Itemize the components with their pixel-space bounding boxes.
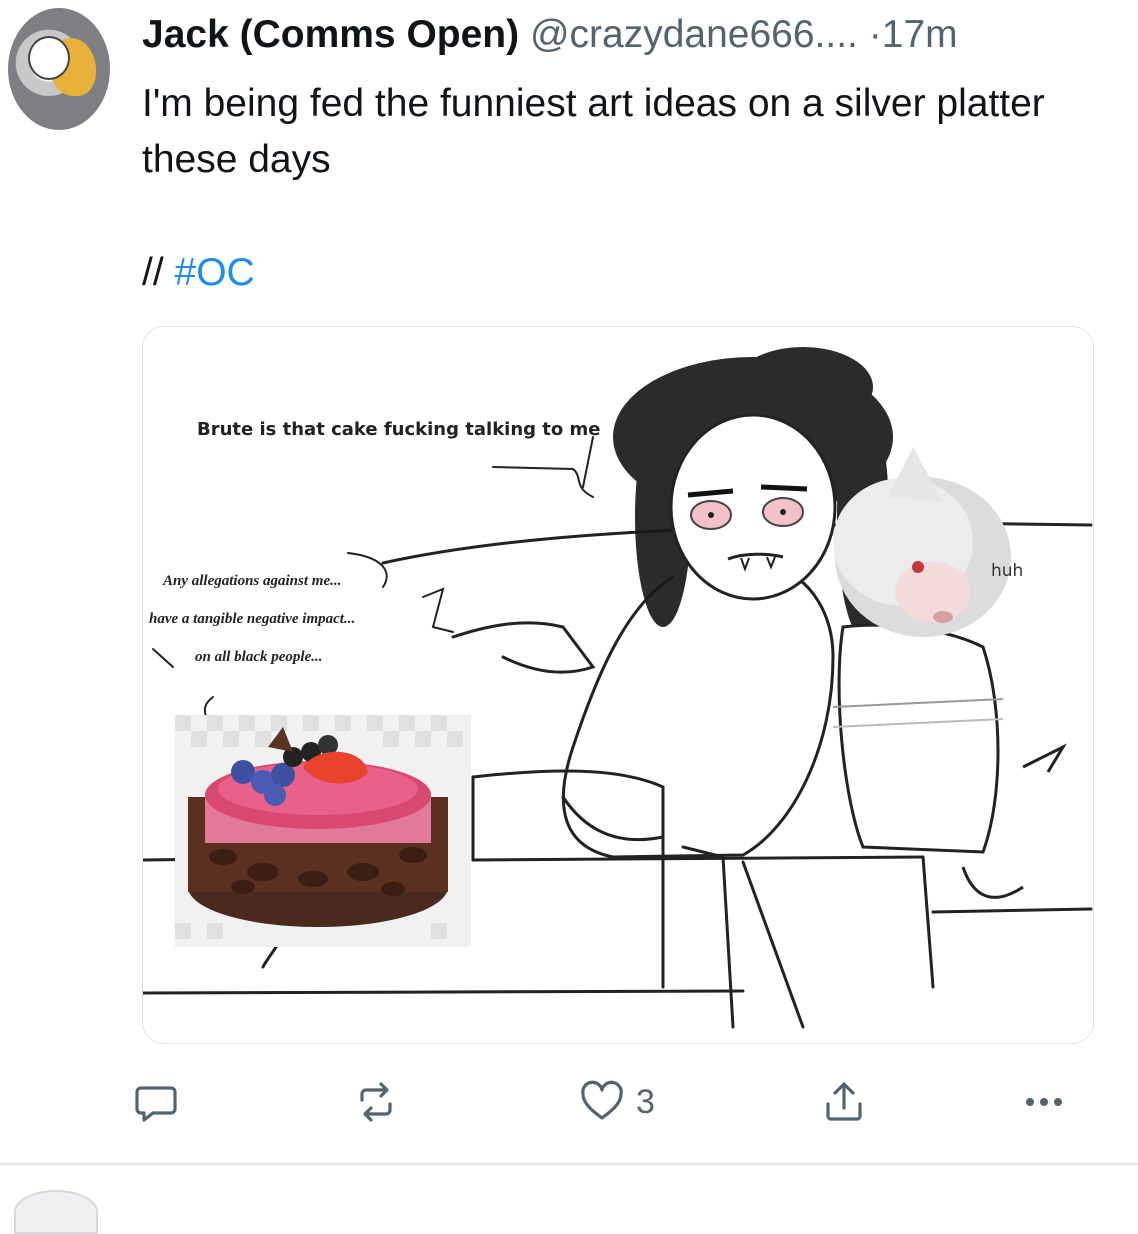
repost-button[interactable] <box>352 1060 400 1144</box>
reply-icon <box>135 1086 177 1122</box>
speech-cake-line-1: Any allegations against me... <box>163 573 342 589</box>
share-icon <box>826 1082 862 1121</box>
post-tags: // #OC <box>142 250 255 296</box>
post-header: Jack (Comms Open) @crazydane666.... ·17m <box>142 12 1122 58</box>
post-actions: 3 <box>0 1060 1138 1144</box>
hashtag-link[interactable]: #OC <box>175 251 255 294</box>
speech-dog: huh <box>991 561 1024 581</box>
speech-bubble-main: Brute is that cake fucking talking to me <box>197 419 601 440</box>
share-button[interactable] <box>820 1060 868 1144</box>
author-avatar[interactable] <box>8 8 110 130</box>
heart-icon <box>581 1080 623 1120</box>
more-dots-icon <box>1026 1098 1062 1106</box>
author-name[interactable]: Jack (Comms Open) <box>142 13 519 56</box>
post-card[interactable]: Jack (Comms Open) @crazydane666.... ·17m… <box>0 0 1138 1165</box>
speech-cake-line-3: on all black people... <box>195 649 323 665</box>
like-count: 3 <box>636 1082 655 1121</box>
repost-icon <box>360 1082 392 1122</box>
more-options-button[interactable] <box>1020 1060 1068 1144</box>
post-timestamp[interactable]: 17m <box>882 13 958 56</box>
like-button[interactable]: 3 <box>578 1060 655 1144</box>
reply-button[interactable] <box>132 1060 180 1144</box>
post-text: I'm being fed the funniest art ideas on … <box>142 82 1045 181</box>
tag-prefix: // <box>142 251 164 294</box>
post-image[interactable]: Brute is that cake fucking talking to me… <box>142 326 1094 1044</box>
header-separator: · <box>868 13 882 56</box>
feed-divider <box>0 1163 1138 1165</box>
speech-cake-line-2: have a tangible negative impact... <box>149 611 356 627</box>
author-handle[interactable]: @crazydane666.... <box>530 13 858 56</box>
avatar-head <box>28 36 70 80</box>
next-post-avatar[interactable] <box>14 1190 98 1234</box>
